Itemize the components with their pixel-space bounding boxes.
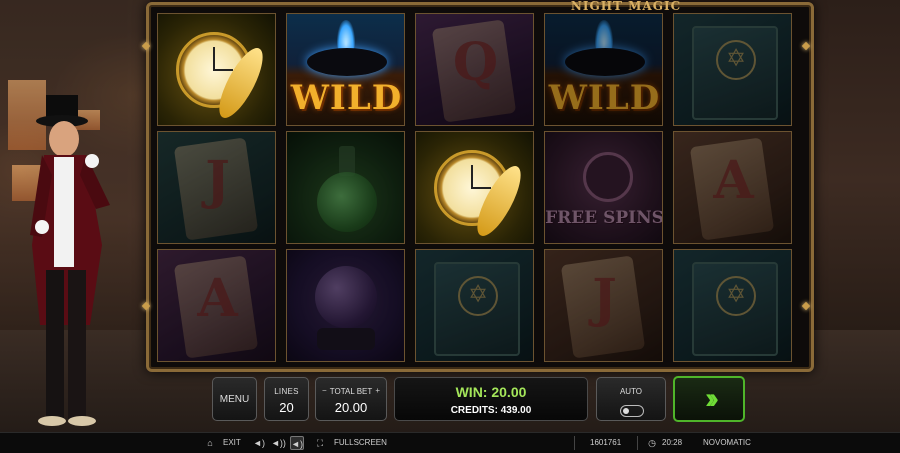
symbol-card-j: J bbox=[157, 131, 276, 244]
symbol-wild: WILD bbox=[286, 13, 405, 126]
fullscreen-icon[interactable]: ⛶ bbox=[313, 436, 327, 450]
spell-book-icon bbox=[692, 26, 778, 120]
divider bbox=[574, 436, 575, 450]
top-hat-icon bbox=[565, 48, 645, 76]
symbol-pocket-watch bbox=[415, 131, 534, 244]
pentagram-icon: ✡ bbox=[716, 276, 756, 316]
sound-high-icon[interactable]: ◄)) bbox=[271, 436, 286, 450]
card-letter: A bbox=[197, 268, 238, 329]
fullscreen-link[interactable]: FULLSCREEN bbox=[334, 438, 387, 448]
wild-label: WILD bbox=[290, 78, 403, 118]
minus-icon[interactable]: − bbox=[322, 386, 327, 395]
clock-time: 20:28 bbox=[662, 438, 683, 447]
status-bar: ⌂ EXIT ◄) ◄)) ◄) ⛶ FULLSCREEN 1601761 ◷ … bbox=[0, 432, 900, 453]
lines-button[interactable]: LINES 20 bbox=[264, 377, 309, 421]
lines-value: 20 bbox=[279, 400, 294, 415]
symbol-crystal-ball bbox=[286, 249, 405, 362]
credits-amount: CREDITS: 439.00 bbox=[450, 405, 532, 416]
reel-frame: NIGHT MAGIC J A WILD Q ✡ WILD FREE SPINS… bbox=[141, 0, 814, 372]
control-bar: MENU LINES 20 − + TOTAL BET 20.00 WIN: 2… bbox=[0, 372, 900, 430]
autoplay-button[interactable]: AUTO bbox=[596, 377, 666, 421]
total-bet-control: − + TOTAL BET 20.00 bbox=[315, 377, 387, 421]
symbol-card-q: Q bbox=[415, 13, 534, 126]
symbol-card-j: J bbox=[544, 249, 663, 362]
top-hat-icon bbox=[307, 48, 387, 76]
reel-2: WILD bbox=[286, 13, 407, 365]
card-letter: A bbox=[713, 150, 754, 211]
win-panel: WIN: 20.00 CREDITS: 439.00 bbox=[394, 377, 588, 421]
pentagram-icon: ✡ bbox=[716, 40, 756, 80]
win-amount: WIN: 20.00 bbox=[455, 384, 527, 400]
frame-gem bbox=[801, 301, 811, 311]
potion-bottle-icon bbox=[317, 172, 377, 232]
magic-seal-icon bbox=[583, 152, 633, 202]
reel-4: WILD FREE SPINS J bbox=[544, 13, 665, 365]
autoplay-label: AUTO bbox=[619, 387, 643, 396]
symbol-spell-book: ✡ bbox=[673, 249, 792, 362]
clock-icon: ◷ bbox=[648, 438, 656, 448]
card-letter: Q bbox=[452, 32, 499, 93]
spin-button[interactable]: ›› bbox=[673, 376, 745, 422]
frame-gem bbox=[801, 41, 811, 51]
menu-button[interactable]: MENU bbox=[212, 377, 257, 421]
reel-1: J A bbox=[157, 13, 278, 365]
session-id: 1601761 bbox=[590, 438, 622, 447]
sound-low-icon[interactable]: ◄) bbox=[252, 436, 266, 450]
game-title: NIGHT MAGIC bbox=[570, 0, 682, 13]
wild-label: WILD bbox=[548, 78, 661, 118]
lines-label: LINES bbox=[274, 387, 299, 396]
spell-book-icon bbox=[434, 262, 520, 356]
sound-medium-icon[interactable]: ◄) bbox=[290, 436, 304, 450]
reel-3: Q ✡ bbox=[415, 13, 536, 365]
reel-5: ✡ A ✡ bbox=[673, 13, 794, 365]
symbol-potion bbox=[286, 131, 405, 244]
symbol-pocket-watch bbox=[157, 13, 276, 126]
card-letter: J bbox=[592, 268, 617, 329]
symbol-spell-book: ✡ bbox=[415, 249, 534, 362]
exit-link[interactable]: EXIT bbox=[223, 438, 241, 448]
autoplay-toggle[interactable] bbox=[620, 405, 644, 417]
card-letter: J bbox=[205, 150, 230, 211]
plus-icon[interactable]: + bbox=[375, 386, 380, 395]
divider bbox=[637, 436, 638, 450]
symbol-card-a: A bbox=[673, 131, 792, 244]
blue-flame-icon bbox=[595, 20, 613, 56]
symbol-free-spins: FREE SPINS bbox=[544, 131, 663, 244]
pentagram-icon: ✡ bbox=[458, 276, 498, 316]
spell-book-icon bbox=[692, 262, 778, 356]
free-spins-label: FREE SPINS bbox=[545, 208, 663, 228]
home-icon[interactable]: ⌂ bbox=[203, 436, 217, 450]
total-bet-value: 20.00 bbox=[334, 400, 368, 415]
double-chevron-right-icon: ›› bbox=[705, 382, 719, 415]
brand-logo: NOVOMATIC bbox=[703, 438, 751, 447]
symbol-wild: WILD bbox=[544, 13, 663, 126]
symbol-card-a: A bbox=[157, 249, 276, 362]
crystal-ball-icon bbox=[315, 266, 377, 328]
symbol-spell-book: ✡ bbox=[673, 13, 792, 126]
